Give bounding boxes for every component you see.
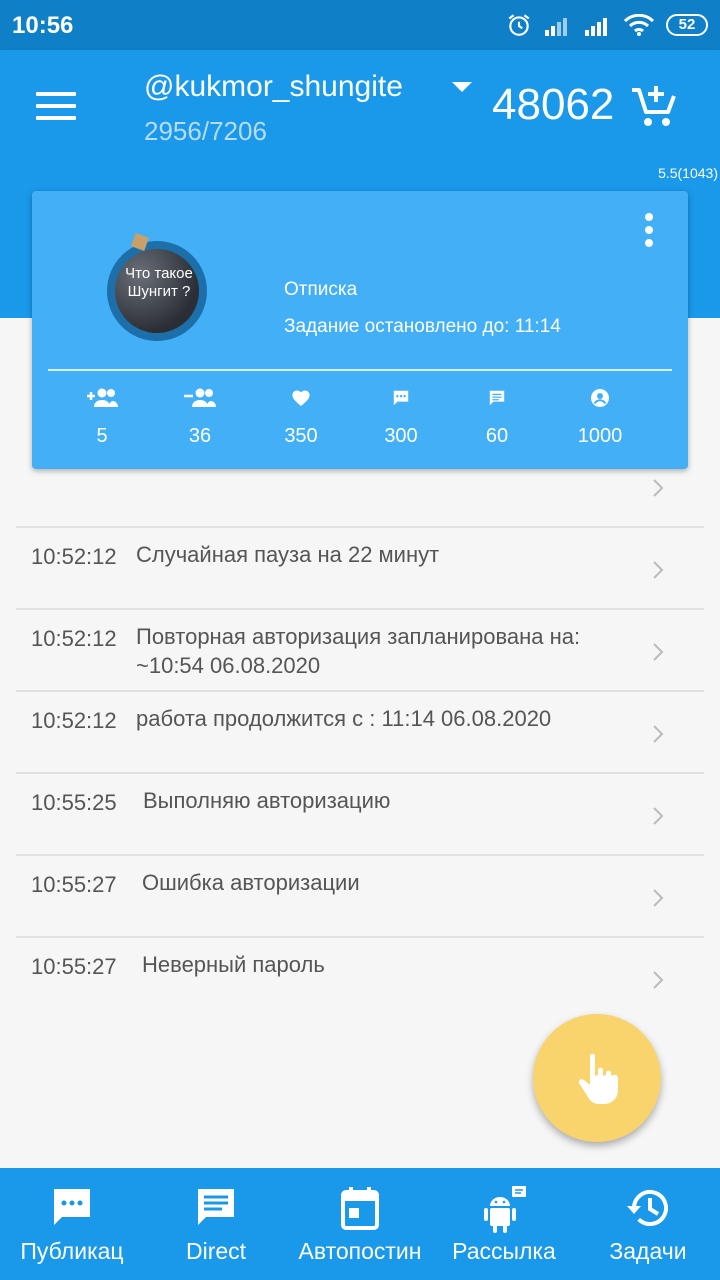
task-status: Задание остановлено до: 11:14 bbox=[284, 316, 561, 337]
stat-value: 36 bbox=[188, 425, 212, 447]
profile-icon bbox=[591, 389, 609, 407]
status-icons: 52 bbox=[506, 12, 708, 38]
log-row[interactable]: 10:55:27 Ошибка авторизации bbox=[16, 854, 704, 936]
add-cart-icon bbox=[632, 86, 676, 126]
account-name[interactable]: @kukmor_shungite bbox=[144, 70, 403, 104]
nav-publications[interactable]: Публикац bbox=[0, 1168, 144, 1280]
app-version: 5.5(1043) bbox=[658, 165, 718, 181]
task-card[interactable]: Что такое Шунгит ? Отписка Задание остан… bbox=[32, 191, 688, 469]
account-counter: 2956/7206 bbox=[144, 116, 267, 146]
chevron-right-icon bbox=[653, 479, 664, 497]
stat-profile: 1000 bbox=[560, 385, 640, 448]
log-row[interactable]: 10:52:12 работа продолжится с : 11:14 06… bbox=[16, 690, 704, 772]
android-icon bbox=[484, 1186, 526, 1233]
log-message: Случайная пауза на 22 минут bbox=[136, 542, 440, 567]
status-bar: 10:56 52 bbox=[0, 0, 720, 50]
hamburger-icon-line bbox=[36, 116, 76, 120]
unfollow-icon bbox=[184, 388, 216, 407]
signal-icon bbox=[545, 18, 567, 36]
history-icon bbox=[627, 1190, 668, 1226]
message-icon bbox=[198, 1189, 234, 1225]
wifi-icon bbox=[624, 14, 654, 36]
log-message: Повторная авторизация запланирована на: … bbox=[136, 624, 581, 678]
comment-icon bbox=[393, 390, 409, 406]
log-time: 10:55:27 bbox=[31, 954, 117, 979]
avatar-caption: Что такое Шунгит ? bbox=[125, 265, 193, 300]
app-bar: @kukmor_shungite 2956/7206 48062 bbox=[0, 50, 720, 162]
nav-label: Рассылка bbox=[452, 1238, 556, 1264]
chevron-right-icon bbox=[653, 725, 664, 743]
nav-autoposting[interactable]: Автопостин bbox=[288, 1168, 432, 1280]
log-time: 10:55:27 bbox=[31, 872, 117, 897]
stat-follow: 5 bbox=[62, 385, 142, 448]
nav-label: Direct bbox=[185, 1238, 247, 1264]
nav-mailing[interactable]: Рассылка bbox=[432, 1168, 576, 1280]
stat-value: 1000 bbox=[577, 425, 623, 447]
bottom-navigation: Публикац Direct Автопостин Рассылка Зада… bbox=[0, 1168, 720, 1280]
chat-dots-icon bbox=[54, 1189, 90, 1225]
more-icon-dot bbox=[645, 213, 653, 221]
nav-label: Автопостин bbox=[298, 1238, 422, 1264]
log-row[interactable]: 10:52:12 Повторная авторизация запланиро… bbox=[16, 608, 704, 690]
calendar-icon bbox=[341, 1187, 379, 1230]
log-time: 10:52:12 bbox=[31, 626, 117, 651]
account-dropdown-icon[interactable] bbox=[452, 82, 472, 92]
log-message: Выполняю авторизацию bbox=[143, 788, 391, 813]
stat-comment: 300 bbox=[361, 385, 441, 448]
log-row-partial[interactable] bbox=[16, 470, 704, 526]
chevron-right-icon bbox=[653, 889, 664, 907]
chevron-right-icon bbox=[653, 561, 664, 579]
chevron-right-icon bbox=[653, 971, 664, 989]
log-time: 10:52:12 bbox=[31, 708, 117, 733]
log-message: Ошибка авторизации bbox=[142, 870, 360, 895]
log-message: Неверный пароль bbox=[142, 952, 325, 977]
stat-like: 350 bbox=[261, 385, 341, 448]
card-divider bbox=[48, 369, 672, 371]
message-icon bbox=[489, 390, 505, 406]
start-task-fab[interactable] bbox=[533, 1014, 661, 1142]
log-row[interactable]: 10:55:27 Неверный пароль bbox=[16, 936, 704, 1018]
log-time: 10:52:12 bbox=[31, 544, 117, 569]
stat-value: 60 bbox=[485, 425, 509, 447]
task-type: Отписка bbox=[284, 279, 358, 300]
stat-value: 350 bbox=[284, 425, 318, 447]
chevron-right-icon bbox=[653, 643, 664, 661]
log-time: 10:55:25 bbox=[31, 790, 117, 815]
card-overflow-menu[interactable] bbox=[640, 213, 658, 252]
stat-value: 5 bbox=[96, 425, 108, 447]
log-row[interactable]: 10:52:12 Случайная пауза на 22 минут bbox=[16, 526, 704, 608]
signal-icon bbox=[585, 18, 607, 36]
follow-icon bbox=[87, 388, 118, 407]
log-row[interactable]: 10:55:25 Выполняю авторизацию bbox=[16, 772, 704, 854]
nav-tasks[interactable]: Задачи bbox=[576, 1168, 720, 1280]
account-avatar: Что такое Шунгит ? bbox=[107, 241, 207, 341]
menu-button[interactable] bbox=[36, 92, 76, 122]
battery-icon: 52 bbox=[666, 14, 708, 36]
like-icon bbox=[292, 390, 310, 407]
touch-icon bbox=[578, 1053, 618, 1104]
hamburger-icon-line bbox=[36, 104, 76, 108]
more-icon-dot bbox=[645, 239, 653, 247]
nav-direct[interactable]: Direct bbox=[144, 1168, 288, 1280]
log-message: работа продолжится с : 11:14 06.08.2020 bbox=[136, 706, 552, 731]
add-cart-button[interactable] bbox=[630, 84, 678, 133]
nav-label: Публикац bbox=[20, 1238, 124, 1264]
status-time: 10:56 bbox=[12, 12, 74, 39]
more-icon-dot bbox=[645, 226, 653, 234]
stat-value: 300 bbox=[384, 425, 418, 447]
stat-unfollow: 36 bbox=[160, 385, 240, 448]
stat-message: 60 bbox=[457, 385, 537, 448]
chevron-right-icon bbox=[653, 807, 664, 825]
balance-value: 48062 bbox=[492, 80, 615, 129]
hamburger-icon-line bbox=[36, 92, 76, 96]
alarm-icon bbox=[508, 14, 530, 36]
nav-label: Задачи bbox=[609, 1238, 687, 1264]
